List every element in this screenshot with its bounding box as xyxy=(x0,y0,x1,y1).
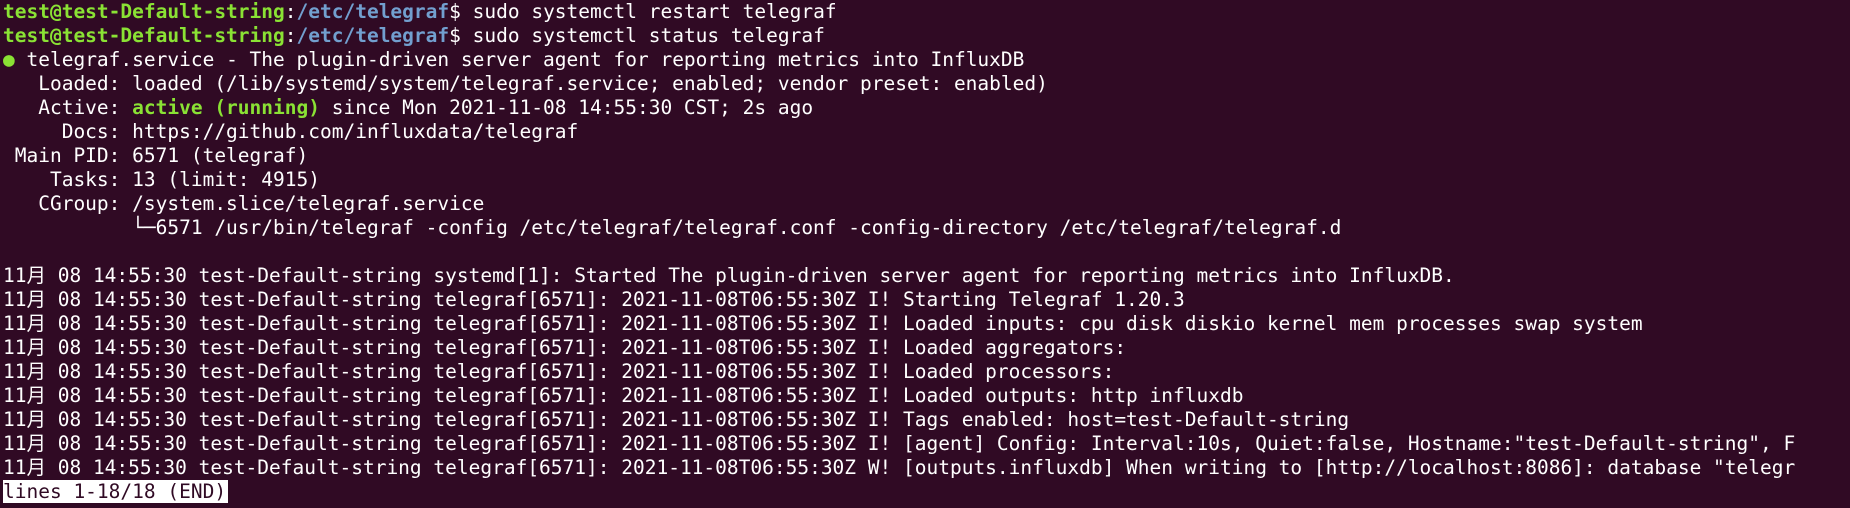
tasks-line: Tasks: 13 (limit: 4915) xyxy=(3,168,320,191)
log-line: 11月 08 14:55:30 test-Default-string tele… xyxy=(3,360,1115,383)
prompt-symbol: $ xyxy=(449,24,473,47)
prompt-user: test@test-Default-string xyxy=(3,0,285,23)
cgroup-child-line: └─6571 /usr/bin/telegraf -config /etc/te… xyxy=(3,216,1342,239)
active-since: since Mon 2021-11-08 14:55:30 CST; 2s ag… xyxy=(319,96,814,119)
service-header: ● telegraf.service - The plugin-driven s… xyxy=(3,48,1024,72)
active-state: active (running) xyxy=(132,96,320,119)
service-title: telegraf.service - The plugin-driven ser… xyxy=(14,48,1025,71)
prompt-separator: : xyxy=(284,24,297,47)
log-line: 11月 08 14:55:30 test-Default-string tele… xyxy=(3,456,1796,479)
command-text: sudo systemctl restart telegraf xyxy=(472,0,837,23)
prompt-user: test@test-Default-string xyxy=(3,24,285,47)
prompt-symbol: $ xyxy=(449,0,473,23)
prompt-separator: : xyxy=(284,0,297,23)
status-dot-icon: ● xyxy=(3,48,15,71)
log-line: 11月 08 14:55:30 test-Default-string tele… xyxy=(3,408,1350,431)
active-line: Active: active (running) since Mon 2021-… xyxy=(3,96,813,120)
command-line-2: test@test-Default-string:/etc/telegraf$ … xyxy=(3,24,825,48)
command-text: sudo systemctl status telegraf xyxy=(472,24,825,47)
docs-line: Docs: https://github.com/influxdata/tele… xyxy=(3,120,579,143)
command-line-1: test@test-Default-string:/etc/telegraf$ … xyxy=(3,0,837,24)
active-label: Active: xyxy=(3,96,133,119)
prompt-path: /etc/telegraf xyxy=(296,0,450,23)
log-line: 11月 08 14:55:30 test-Default-string tele… xyxy=(3,312,1643,335)
pager-status: lines 1-18/18 (END) xyxy=(3,480,229,503)
prompt-path: /etc/telegraf xyxy=(296,24,450,47)
terminal-window[interactable]: test@test-Default-string:/etc/telegraf$ … xyxy=(0,0,1850,508)
log-line: 11月 08 14:55:30 test-Default-string syst… xyxy=(3,264,1455,287)
main-pid-line: Main PID: 6571 (telegraf) xyxy=(3,144,309,167)
loaded-line: Loaded: loaded (/lib/systemd/system/tele… xyxy=(3,72,1048,95)
log-line: 11月 08 14:55:30 test-Default-string tele… xyxy=(3,336,1127,359)
log-line: 11月 08 14:55:30 test-Default-string tele… xyxy=(3,432,1796,455)
log-line: 11月 08 14:55:30 test-Default-string tele… xyxy=(3,384,1244,407)
log-line: 11月 08 14:55:30 test-Default-string tele… xyxy=(3,288,1185,311)
pager-status-line[interactable]: lines 1-18/18 (END) xyxy=(3,480,229,504)
cgroup-line: CGroup: /system.slice/telegraf.service xyxy=(3,192,485,215)
